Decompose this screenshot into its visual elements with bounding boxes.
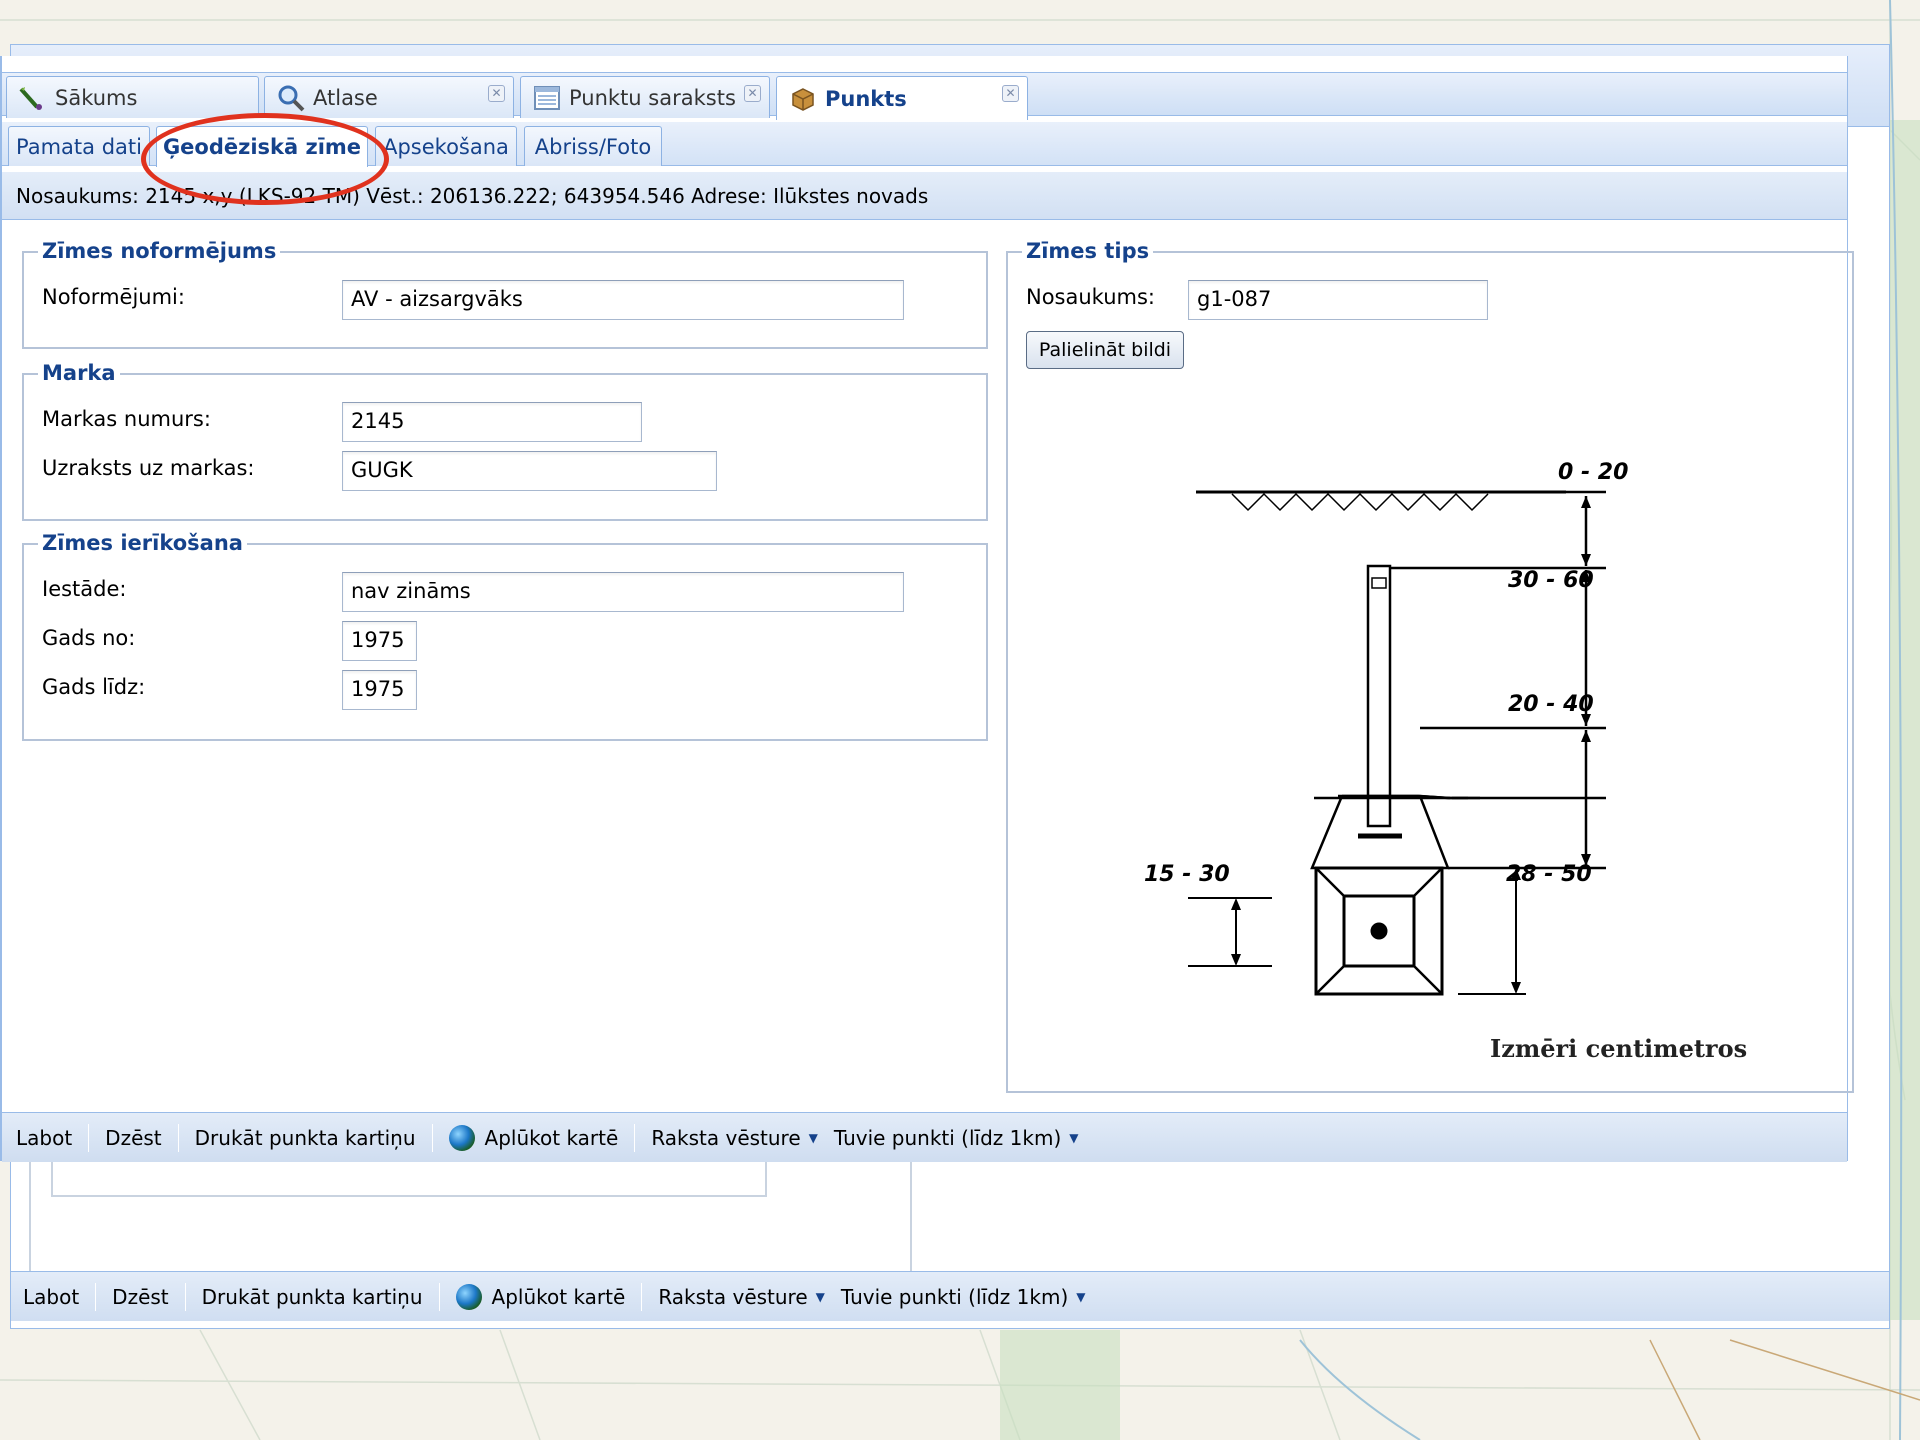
tab-point-list[interactable]: Punktu saraksts ✕ (520, 76, 770, 118)
globe-icon (448, 1124, 475, 1151)
box-icon (789, 85, 817, 113)
mark-number-label: Markas numurs: (42, 407, 211, 431)
bg-view-map-button[interactable]: Aplūkot kartē (455, 1283, 642, 1310)
subtab-sketch-photo[interactable]: Abriss/Foto (524, 126, 662, 166)
bg-view-map-label: Aplūkot kartē (491, 1284, 626, 1309)
close-icon[interactable]: ✕ (1002, 85, 1019, 102)
year-to-input[interactable]: 1975 (342, 670, 417, 710)
caret-down-icon: ▼ (808, 1130, 818, 1145)
tab-label: Punktu saraksts (569, 85, 736, 110)
bg-history-label: Raksta vēsture (658, 1284, 808, 1309)
mark-number-input[interactable]: 2145 (342, 402, 642, 442)
separator (431, 1123, 433, 1152)
globe-icon (455, 1283, 482, 1310)
tab-search[interactable]: Atlase ✕ (264, 76, 514, 118)
sign-design-fieldset: Zīmes noformējums Noformējumi: AV - aizs… (22, 239, 988, 349)
sign-design-legend: Zīmes noformējums (38, 239, 281, 263)
design-label: Noformējumi: (42, 285, 185, 309)
nearby-label: Tuvie punkti (līdz 1km) (833, 1125, 1062, 1150)
institution-label: Iestāde: (42, 577, 127, 601)
sign-drawing-arrows (1581, 496, 1591, 866)
print-card-button[interactable]: Drukāt punkta kartiņu (195, 1126, 432, 1150)
separator (438, 1282, 440, 1311)
tab-label: Punkts (825, 86, 907, 111)
history-label: Raksta vēsture (651, 1125, 801, 1150)
magnifier-icon (277, 84, 305, 112)
caret-down-icon: ▼ (1076, 1289, 1086, 1304)
subtab-inspection[interactable]: Apsekošana (375, 126, 517, 166)
history-dropdown[interactable]: Raksta vēsture ▼ (651, 1126, 834, 1150)
separator (634, 1123, 636, 1152)
dim-label-top: 0 - 20 (1558, 460, 1629, 485)
year-from-label: Gads no: (42, 626, 136, 650)
close-icon[interactable]: ✕ (744, 85, 761, 102)
institution-input[interactable]: nav zināms (342, 572, 904, 612)
point-info-text: Nosaukums: 2145 x,y (LKS-92 TM) Vēst.: 2… (16, 183, 929, 208)
mark-legend: Marka (38, 361, 120, 385)
edit-button[interactable]: Labot (16, 1126, 88, 1150)
point-window: Sākums Atlase ✕ Punktu saraksts ✕ Punkts… (0, 56, 1854, 1162)
dim-label-plan-right: 28 - 50 (1506, 862, 1592, 887)
year-to-label: Gads līdz: (42, 675, 146, 699)
enlarge-image-button[interactable]: Palielināt bildi (1026, 331, 1184, 369)
tab-home[interactable]: Sākums (6, 76, 259, 118)
background-toolbar: Labot Dzēst Drukāt punkta kartiņu Aplūko… (11, 1271, 1889, 1321)
sign-type-legend: Zīmes tips (1022, 239, 1154, 263)
nearby-points-dropdown[interactable]: Tuvie punkti (līdz 1km) ▼ (834, 1126, 1095, 1150)
list-icon (533, 84, 561, 112)
tab-label: Atlase (313, 85, 378, 110)
separator (95, 1282, 97, 1311)
sign-type-name-input[interactable]: g1-087 (1188, 280, 1488, 320)
view-map-button[interactable]: Aplūkot kartē (448, 1124, 635, 1151)
caret-down-icon: ▼ (1069, 1130, 1079, 1145)
dim-label-bottom: 20 - 40 (1508, 692, 1594, 717)
caret-down-icon: ▼ (815, 1289, 825, 1304)
sign-type-name-label: Nosaukums: (1026, 285, 1155, 309)
tab-label: Sākums (55, 85, 138, 110)
delete-button[interactable]: Dzēst (105, 1126, 177, 1150)
subtabstrip: Pamata dati Ģeodēziskā zīme Apsekošana A… (2, 122, 1847, 167)
wand-icon (19, 84, 47, 112)
action-toolbar: Labot Dzēst Drukāt punkta kartiņu Aplūko… (2, 1112, 1847, 1162)
close-icon[interactable]: ✕ (488, 85, 505, 102)
dim-label-plan-left: 15 - 30 (1144, 862, 1230, 887)
dim-label-middle: 30 - 60 (1508, 568, 1594, 593)
installation-fieldset: Zīmes ierīkošana Iestāde: nav zināms Gad… (22, 531, 988, 741)
bg-history-dropdown[interactable]: Raksta vēsture ▼ (658, 1285, 841, 1309)
bg-print-card-button[interactable]: Drukāt punkta kartiņu (202, 1285, 439, 1309)
mark-inscription-label: Uzraksts uz markas: (42, 456, 255, 480)
subtab-geodetic-sign[interactable]: Ģeodēziskā zīme (156, 126, 368, 167)
year-from-input[interactable]: 1975 (342, 621, 417, 661)
separator (88, 1123, 90, 1152)
installation-legend: Zīmes ierīkošana (38, 531, 247, 555)
view-map-label: Aplūkot kartē (484, 1125, 619, 1150)
bg-nearby-dropdown[interactable]: Tuvie punkti (līdz 1km) ▼ (841, 1285, 1102, 1309)
separator (641, 1282, 643, 1311)
separator (184, 1282, 186, 1311)
point-info-bar: Nosaukums: 2145 x,y (LKS-92 TM) Vēst.: 2… (2, 172, 1847, 220)
separator (177, 1123, 179, 1152)
drawing-caption: Izmēri centimetros (1490, 1034, 1748, 1063)
mark-fieldset: Marka Markas numurs: 2145 Uzraksts uz ma… (22, 361, 988, 521)
mark-inscription-input[interactable]: GUGK (342, 451, 717, 491)
main-tabstrip: Sākums Atlase ✕ Punktu saraksts ✕ Punkts… (2, 72, 1847, 120)
subtab-basic-data[interactable]: Pamata dati (8, 126, 150, 166)
design-input[interactable]: AV - aizsargvāks (342, 280, 904, 320)
bg-nearby-label: Tuvie punkti (līdz 1km) (840, 1284, 1069, 1309)
tab-point[interactable]: Punkts ✕ (776, 76, 1028, 120)
bg-delete-button[interactable]: Dzēst (112, 1285, 184, 1309)
bg-edit-button[interactable]: Labot (23, 1285, 95, 1309)
